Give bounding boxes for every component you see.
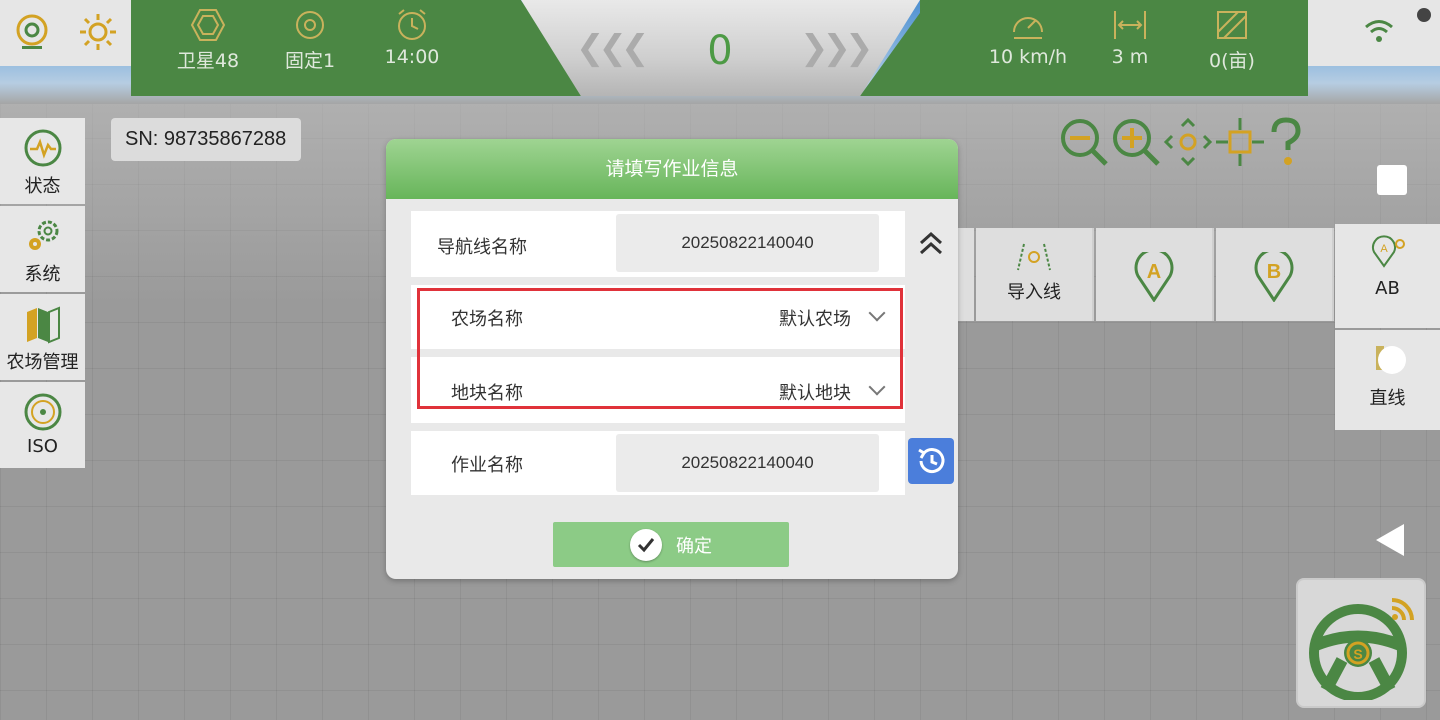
satellite-count: 卫星48 (176, 50, 240, 72)
sidebar-item-label: 农场管理 (6, 352, 79, 373)
row-divider (411, 349, 905, 357)
width-icon (1114, 11, 1146, 39)
zoom-in-icon[interactable] (1110, 116, 1162, 168)
status-dot (1417, 8, 1431, 22)
farm-select[interactable]: 农场名称 默认农场 (411, 285, 905, 349)
sidebar-item-iso[interactable]: ISO (0, 382, 85, 468)
point-b-button[interactable]: B (1216, 228, 1334, 321)
right-chevrons: ❯❯❯ (800, 28, 874, 68)
straight-line-button[interactable]: 直线 (1335, 330, 1440, 430)
point-a-button[interactable]: A (1096, 228, 1214, 321)
import-line-label: 导入线 (1007, 282, 1061, 303)
time-stat: 14:00 (362, 8, 462, 68)
iso-icon (24, 393, 61, 431)
plot-value: 默认地块 (779, 383, 851, 404)
sidebar-item-farm-management[interactable]: 农场管理 (0, 294, 85, 380)
gnss-signal-icon[interactable] (12, 12, 52, 52)
nav-line-label: 导航线名称 (437, 237, 527, 258)
implement-width: 3 m (1111, 46, 1149, 68)
speed-stat: 10 km/h (978, 8, 1078, 68)
farm-label: 农场名称 (451, 309, 523, 330)
collapse-icon[interactable] (916, 229, 946, 259)
speed-readout: 10 km/h (988, 46, 1068, 68)
left-chevrons: ❮❮❮ (576, 28, 650, 68)
fix-target-icon (296, 11, 324, 39)
top-left-panel (0, 0, 131, 66)
worked-area: 0(亩) (1209, 50, 1255, 72)
recenter-icon[interactable] (1162, 116, 1214, 168)
sidebar-item-label: ISO (27, 436, 58, 457)
chevron-down-icon (868, 378, 886, 396)
back-button[interactable] (1376, 524, 1404, 556)
job-label: 作业名称 (451, 455, 523, 476)
area-stat: 0(亩) (1182, 8, 1282, 73)
map-tools (1058, 116, 1308, 172)
satellite-icon (190, 9, 226, 41)
chevron-down-icon (868, 304, 886, 322)
pulse-icon (24, 129, 61, 167)
fix-status: 固定1 (284, 50, 336, 72)
clock-time: 14:00 (384, 46, 440, 68)
nav-line-row: 导航线名称 20250822140040 (411, 211, 905, 277)
sidebar-item-status[interactable]: 状态 (0, 118, 85, 204)
tile-partial (958, 228, 974, 321)
dialog-title: 请填写作业信息 (386, 139, 958, 199)
straight-line-label: 直线 (1369, 388, 1406, 409)
ab-pin-icon: A (1371, 235, 1405, 268)
point-a-icon: A (1134, 252, 1174, 302)
job-name-row: 作业名称 20250822140040 (411, 431, 905, 495)
confirm-label: 确定 (676, 535, 712, 557)
satellite-stat: 卫星48 (158, 8, 258, 73)
sidebar-item-label: 系统 (24, 264, 61, 285)
sun-icon[interactable] (78, 12, 118, 52)
fix-stat: 固定1 (260, 8, 360, 73)
job-info-dialog: 请填写作业信息 导航线名称 20250822140040 农场名称 默认农场 地… (386, 139, 958, 579)
svg-text:A: A (1147, 261, 1161, 283)
alarm-clock-icon (398, 9, 426, 40)
farm-value: 默认农场 (779, 309, 851, 330)
serial-number: SN: 98735867288 (111, 118, 301, 161)
svg-text:A: A (1380, 243, 1388, 255)
offset-value: 0 (707, 28, 733, 74)
svg-text:B: B (1267, 261, 1281, 283)
zoom-out-icon[interactable] (1058, 116, 1110, 168)
confirm-button[interactable]: 确定 (553, 522, 789, 567)
auto-steer-button[interactable]: S (1296, 578, 1426, 708)
job-name-field[interactable]: 20250822140040 (616, 434, 879, 492)
point-b-icon: B (1254, 252, 1294, 302)
ab-label: AB (1375, 278, 1400, 299)
farm-map-icon (26, 306, 60, 344)
svg-text:S: S (1353, 646, 1362, 662)
sidebar-item-system[interactable]: 系统 (0, 206, 85, 292)
stop-button[interactable] (1377, 165, 1407, 195)
check-icon (630, 528, 662, 561)
history-icon (918, 448, 945, 474)
gears-icon (28, 220, 58, 250)
import-line-icon (1017, 243, 1051, 271)
fit-view-icon[interactable] (1214, 116, 1266, 168)
area-icon (1217, 11, 1247, 39)
help-icon[interactable] (1266, 116, 1306, 168)
import-line-button[interactable]: 导入线 (976, 228, 1094, 321)
steering-wheel-icon: S (1309, 598, 1414, 700)
plot-label: 地块名称 (451, 383, 523, 404)
ab-mode-button[interactable]: A AB (1335, 224, 1440, 328)
history-button[interactable] (908, 438, 954, 484)
speedometer-icon (1013, 17, 1043, 39)
record-toggle[interactable] (1378, 346, 1406, 374)
width-stat: 3 m (1080, 8, 1180, 68)
wifi-icon (1365, 20, 1393, 42)
sidebar-item-label: 状态 (24, 176, 61, 197)
nav-line-name-field[interactable]: 20250822140040 (616, 214, 879, 272)
plot-select[interactable]: 地块名称 默认地块 (411, 357, 905, 423)
